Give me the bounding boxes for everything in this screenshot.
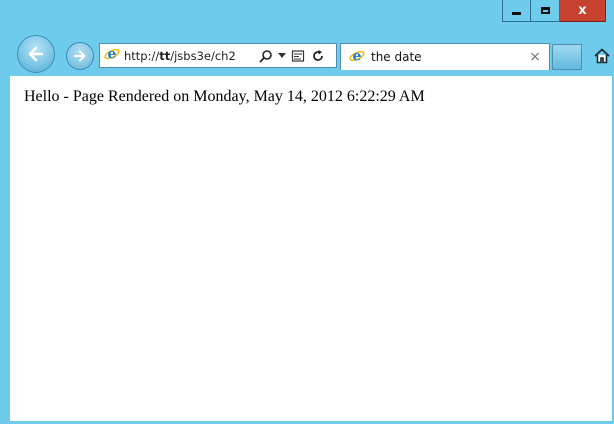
chevron-down-icon bbox=[278, 52, 286, 58]
compatibility-view-icon bbox=[291, 49, 305, 62]
search-dropdown-button[interactable] bbox=[276, 45, 288, 67]
url-scheme: http:// bbox=[124, 48, 160, 63]
svg-text:e: e bbox=[353, 48, 362, 64]
ie-logo-icon: e bbox=[104, 46, 120, 65]
compatibility-view-button[interactable] bbox=[288, 45, 308, 67]
close-button[interactable]: x bbox=[560, 0, 606, 22]
svg-text:e: e bbox=[108, 47, 117, 63]
ie-logo-icon: e bbox=[349, 48, 365, 67]
tab-the-date[interactable]: e the date × bbox=[340, 43, 550, 70]
new-tab-button[interactable] bbox=[552, 44, 582, 70]
tab-close-button[interactable]: × bbox=[525, 49, 545, 65]
url-path: /jsbs3e/ch2 bbox=[170, 48, 236, 63]
search-button[interactable] bbox=[256, 45, 276, 67]
search-icon bbox=[259, 49, 272, 62]
forward-button[interactable] bbox=[66, 42, 94, 70]
window-caption-buttons: x bbox=[502, 0, 606, 22]
browser-toolbar: e http://tt/jsbs3e/ch2 e the date × bbox=[0, 34, 614, 74]
home-button[interactable] bbox=[592, 46, 612, 66]
page-content: Hello - Page Rendered on Monday, May 14,… bbox=[10, 76, 612, 421]
forward-arrow-icon bbox=[74, 50, 86, 62]
maximize-icon bbox=[540, 7, 550, 14]
back-button[interactable] bbox=[17, 35, 55, 73]
tab-title: the date bbox=[371, 50, 422, 64]
maximize-button[interactable] bbox=[531, 0, 560, 22]
browser-window: x e http://tt/jsbs3e/ch2 e the date × He… bbox=[0, 0, 614, 424]
page-rendered-text: Hello - Page Rendered on Monday, May 14,… bbox=[24, 88, 425, 105]
address-url[interactable]: http://tt/jsbs3e/ch2 bbox=[124, 49, 256, 63]
address-bar[interactable]: e http://tt/jsbs3e/ch2 bbox=[99, 43, 337, 68]
refresh-button[interactable] bbox=[308, 45, 328, 67]
home-icon bbox=[594, 48, 610, 64]
back-arrow-icon bbox=[28, 46, 44, 62]
minimize-button[interactable] bbox=[502, 0, 531, 22]
close-icon: x bbox=[578, 3, 587, 18]
minimize-icon bbox=[512, 12, 521, 15]
url-host: tt bbox=[159, 48, 171, 63]
refresh-icon bbox=[313, 49, 323, 61]
